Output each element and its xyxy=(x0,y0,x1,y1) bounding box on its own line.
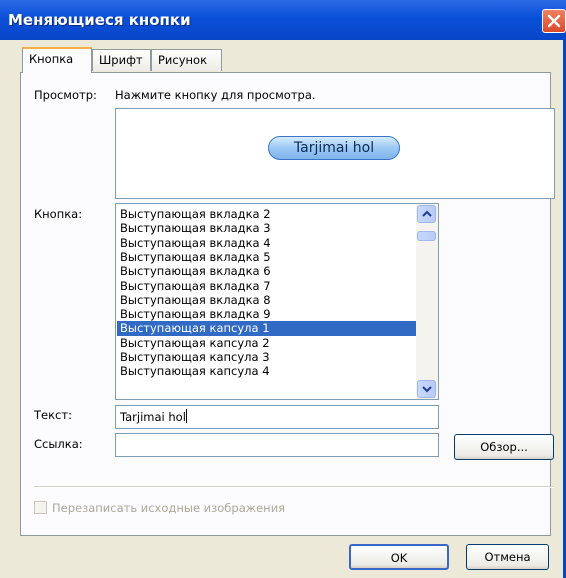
close-button[interactable] xyxy=(542,9,566,33)
text-input[interactable]: Tarjimai hol xyxy=(115,405,439,429)
tab-label: Шрифт xyxy=(99,53,143,67)
preview-label: Просмотр: xyxy=(34,88,97,102)
chevron-up-icon xyxy=(422,210,432,217)
list-item[interactable]: Выступающая вкладка 9 xyxy=(117,307,416,321)
list-item[interactable]: Выступающая вкладка 2 xyxy=(117,207,416,221)
close-icon xyxy=(547,14,561,28)
tab-button[interactable]: Кнопка xyxy=(22,47,92,73)
list-item[interactable]: Выступающая капсула 3 xyxy=(117,350,416,364)
preview-capsule-button[interactable]: Tarjimai hol xyxy=(268,136,400,160)
button-style-label: Кнопка: xyxy=(34,207,83,221)
list-item[interactable]: Выступающая вкладка 3 xyxy=(117,221,416,235)
tab-label: Рисунок xyxy=(158,53,208,67)
list-item[interactable]: Выступающая вкладка 7 xyxy=(117,279,416,293)
tab-label: Кнопка xyxy=(29,52,74,66)
list-item[interactable]: Выступающая вкладка 4 xyxy=(117,236,416,250)
list-scrollbar[interactable] xyxy=(416,204,438,399)
tab-image[interactable]: Рисунок xyxy=(151,49,222,71)
text-caret xyxy=(185,409,187,423)
text-label: Текст: xyxy=(34,408,72,422)
list-item[interactable]: Выступающая капсула 2 xyxy=(117,336,416,350)
overwrite-label: Перезаписать исходные изображения xyxy=(52,501,286,515)
preview-area: Tarjimai hol xyxy=(115,108,555,199)
ok-button[interactable]: OK xyxy=(349,544,449,570)
overwrite-checkbox[interactable] xyxy=(34,501,47,514)
cancel-button[interactable]: Отмена xyxy=(466,544,549,570)
list-item[interactable]: Выступающая вкладка 8 xyxy=(117,293,416,307)
chevron-down-icon xyxy=(422,386,432,393)
text-input-value: Tarjimai hol xyxy=(120,410,186,424)
browse-button[interactable]: Обзор... xyxy=(454,434,554,460)
dialog-window: Меняющиеся кнопки Кнопка Шрифт Рисунок П… xyxy=(0,0,566,578)
scroll-thumb[interactable] xyxy=(417,231,436,241)
preview-hint: Нажмите кнопку для просмотра. xyxy=(115,88,316,102)
scroll-down-button[interactable] xyxy=(417,380,436,398)
link-label: Ссылка: xyxy=(34,437,83,451)
title-bar[interactable]: Меняющиеся кнопки xyxy=(0,0,566,40)
tab-font[interactable]: Шрифт xyxy=(92,49,151,71)
list-item-selected[interactable]: Выступающая капсула 1 xyxy=(117,321,416,336)
window-title: Меняющиеся кнопки xyxy=(8,11,191,29)
list-item[interactable]: Выступающая вкладка 5 xyxy=(117,250,416,264)
list-item[interactable]: Выступающая вкладка 6 xyxy=(117,264,416,278)
scroll-up-button[interactable] xyxy=(417,205,436,223)
divider xyxy=(34,486,554,488)
list-item[interactable]: Выступающая капсула 4 xyxy=(117,364,416,378)
button-style-list[interactable]: Выступающая вкладка 2 Выступающая вкладк… xyxy=(115,203,439,400)
link-input[interactable] xyxy=(115,433,439,457)
